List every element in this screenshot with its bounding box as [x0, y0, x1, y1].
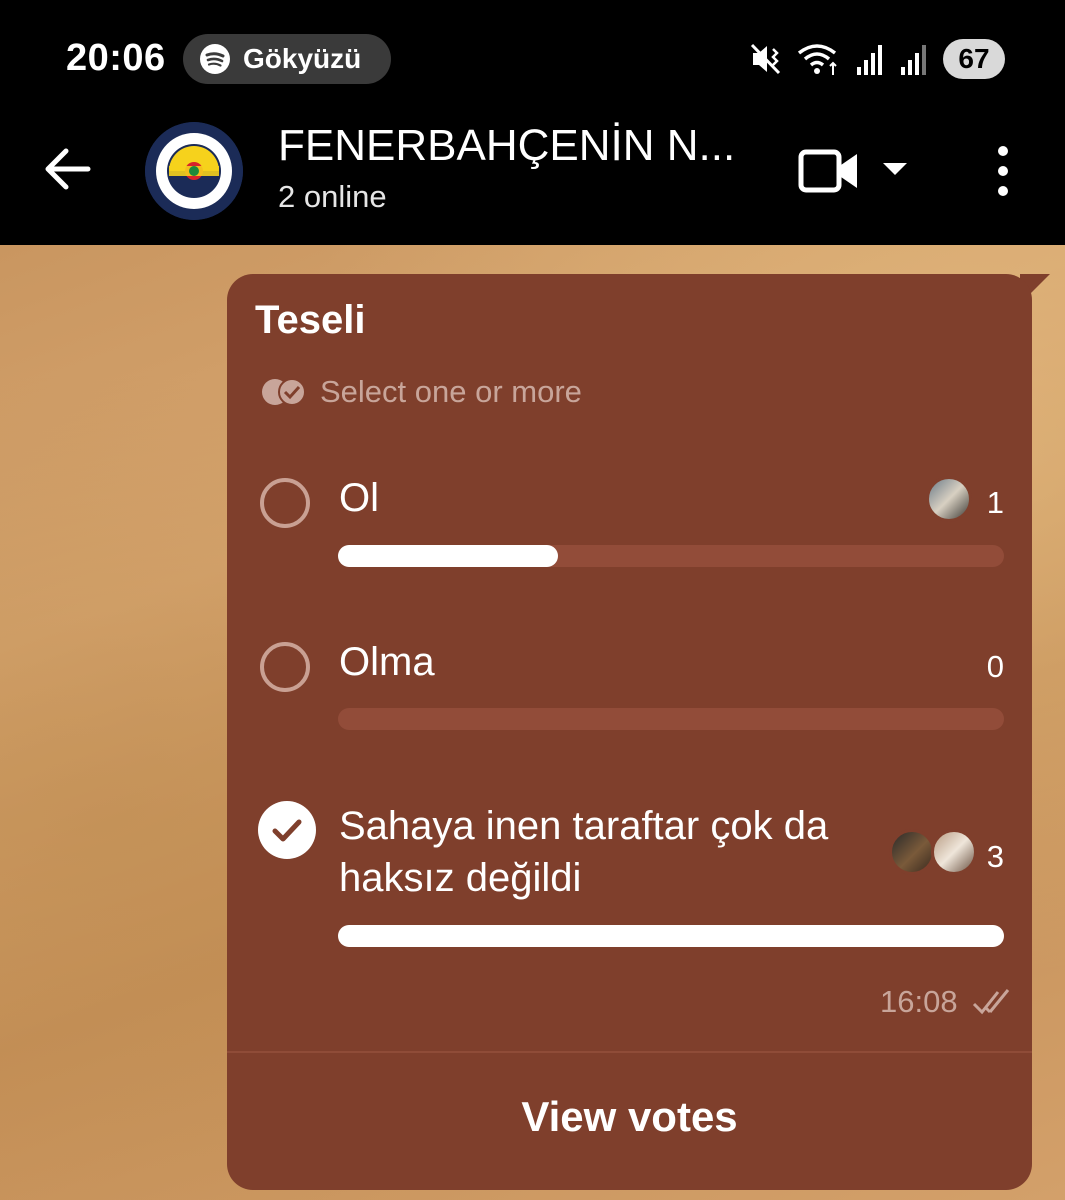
more-vert-icon[interactable]: [988, 143, 1018, 199]
double-check-circle-icon: [262, 378, 306, 406]
group-avatar[interactable]: [145, 122, 243, 220]
status-icons: 67: [749, 36, 1005, 82]
online-status: 2 online: [278, 179, 387, 214]
option-1-count: 1: [986, 485, 1004, 520]
divider: [227, 1051, 1032, 1053]
message-time: 16:08: [880, 984, 958, 1019]
battery-icon: 67: [943, 39, 1005, 79]
poll-type-text: Select one or more: [320, 374, 582, 409]
option-1-label[interactable]: Ol: [339, 472, 379, 524]
now-playing-title: Gökyüzü: [243, 43, 362, 74]
signal-icon: [901, 45, 926, 75]
option-3-bar-fill: [338, 925, 1004, 947]
voter-avatar: [889, 829, 935, 875]
option-1-bar: [338, 545, 1004, 567]
chat-title[interactable]: FENERBAHÇENİN N...: [278, 121, 738, 171]
wifi-icon: [797, 44, 837, 75]
option-2-label[interactable]: Olma: [339, 636, 435, 688]
signal-icon: [857, 45, 882, 75]
clock: 20:06: [66, 37, 166, 79]
caret-down-icon[interactable]: [880, 159, 910, 179]
now-playing-pill[interactable]: Gökyüzü: [183, 34, 391, 84]
fenerbahce-logo-icon: [145, 122, 243, 220]
poll-question: Teseli: [255, 298, 366, 342]
chat-header: FENERBAHÇENİN N... 2 online: [0, 115, 1065, 245]
option-2-bar: [338, 708, 1004, 730]
double-check-icon: [972, 989, 1010, 1015]
option-3-label[interactable]: Sahaya inen taraftar çok da haksız değil…: [339, 800, 859, 904]
back-arrow-icon[interactable]: [40, 141, 96, 197]
option-3-count: 3: [986, 839, 1004, 874]
option-1-radio[interactable]: [260, 478, 310, 528]
option-3-bar: [338, 925, 1004, 947]
mute-vibrate-icon: [750, 43, 781, 75]
view-votes-button[interactable]: View votes: [227, 1093, 1032, 1141]
option-3-checkmark[interactable]: [258, 801, 316, 859]
check-icon: [272, 819, 302, 842]
option-2-count: 0: [986, 649, 1004, 684]
poll-type-hint: Select one or more: [260, 374, 582, 410]
option-2-radio[interactable]: [260, 642, 310, 692]
status-bar: 20:06 Gökyüzü 67: [0, 0, 1065, 115]
video-call-icon[interactable]: [798, 146, 860, 196]
spotify-icon: [200, 44, 230, 74]
option-1-bar-fill: [338, 545, 558, 567]
